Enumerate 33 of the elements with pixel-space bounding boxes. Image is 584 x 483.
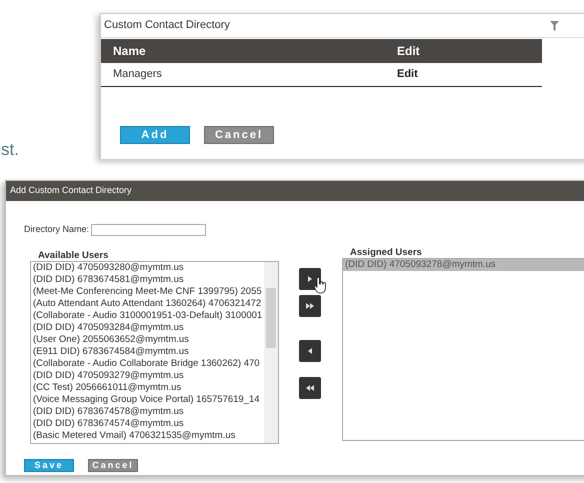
user-list-item[interactable]: (Collaborate - Audio Collaborate Bridge 1360262) 470 [31,358,264,370]
user-list-item[interactable]: (DID DID) 4705093279@mymtm.us [31,370,264,382]
scrollbar[interactable] [264,262,278,442]
user-list-item[interactable]: (E911 DID) 6783674584@mymtm.us [31,346,264,358]
list-label: Assigned Users [349,246,423,258]
user-list-item[interactable]: (CC Test) 2056661011@mymtm.us [31,382,264,394]
text-fragment: st. [1,139,19,161]
user-list-item[interactable]: (Collaborate - Audio 3100001951-03-Default) 3100001 [31,310,264,322]
hand-cursor-icon [314,276,327,294]
user-list-item[interactable]: (DID DID) 4705093280@mymtm.us [31,262,264,274]
panel-title: Custom Contact Directory [104,18,230,34]
user-list-item[interactable]: (Meet-Me Conferencing Meet-Me CNF 1399795) 2055 [31,286,264,298]
move-button[interactable] [299,294,321,316]
user-list-item[interactable]: (Basic Metered Vmail) 4706321535@mymtm.us [31,430,264,442]
dialog-title: Add Custom Contact Directory [10,184,132,198]
user-list-item[interactable]: (Auto Attendant Auto Attendant 1360264) 4706321472 [31,298,264,310]
user-list-item[interactable]: (User One) 2055063652@mymtm.us [31,334,264,346]
directory-name-field[interactable] [91,224,206,236]
user-list-item[interactable]: (DID DID) 4705093284@mymtm.us [31,322,264,334]
move-button[interactable] [299,376,321,398]
move-button[interactable] [299,340,321,362]
table-cell-text: Managers [112,67,163,82]
user-list-item[interactable]: (DID DID) 4705093278@mymtm.us [343,258,584,270]
edit-link[interactable]: Edit [397,66,418,83]
user-list-item[interactable]: (DID DID) 6783674574@mymtm.us [31,418,264,430]
column-header: Edit [397,43,420,60]
list-label: Available Users [37,250,110,260]
field-label: Directory Name: [24,223,90,236]
user-list-item[interactable]: (DID DID) 6783674578@mymtm.us [31,406,264,418]
column-header: Name [112,43,147,60]
filter-icon[interactable] [550,20,559,30]
user-list-item[interactable]: (Voice Messaging Group Voice Portal) 165757619_14 [31,394,264,406]
user-list-item[interactable]: (DID DID) 6783674581@mymtm.us [31,274,264,286]
